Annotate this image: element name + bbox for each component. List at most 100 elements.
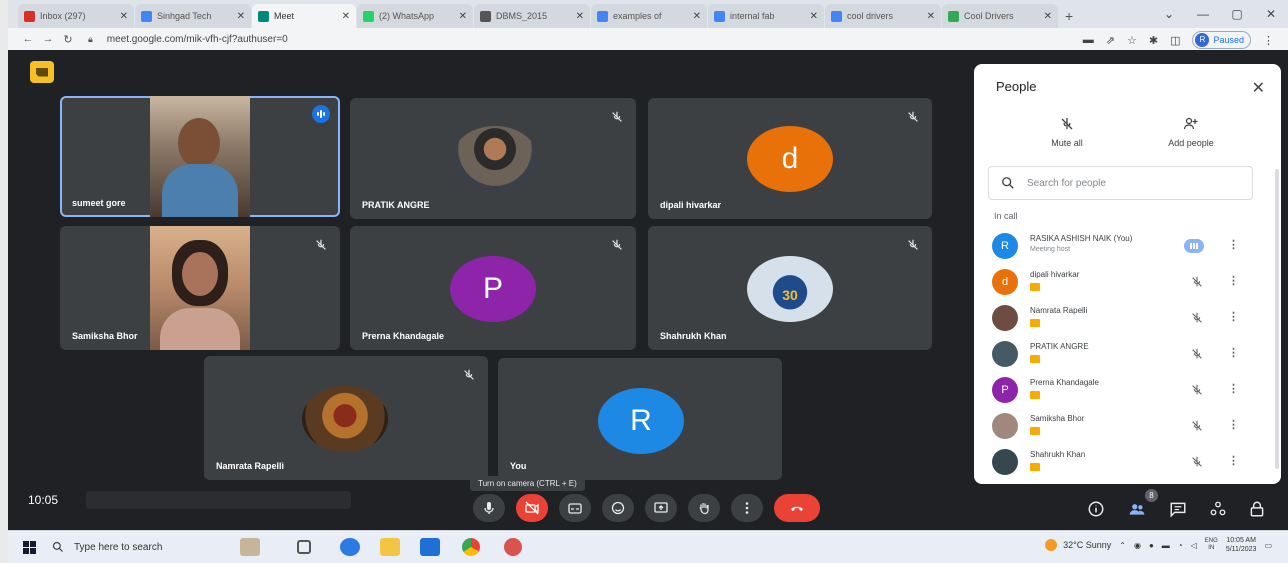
tab-close-icon[interactable]: ✕	[693, 11, 701, 22]
participant-row[interactable]: P Prerna Khandagale ⋮	[974, 373, 1281, 409]
battery-icon[interactable]: ▬	[1162, 541, 1170, 550]
weather-widget[interactable]: 32°C Sunny	[1045, 539, 1111, 551]
tab-close-icon[interactable]: ✕	[237, 11, 245, 22]
participant-tile[interactable]: sumeet gore	[60, 96, 340, 217]
mic-off-icon[interactable]	[1190, 311, 1204, 325]
people-button[interactable]	[1126, 498, 1148, 520]
tab-close-icon[interactable]: ✕	[342, 11, 350, 22]
app-icon[interactable]	[504, 538, 522, 556]
url-field[interactable]: meet.google.com/mik-vfh-cjf?authuser=0	[107, 34, 288, 45]
raise-hand-button[interactable]	[688, 494, 720, 522]
tab-close-icon[interactable]: ✕	[1044, 11, 1052, 22]
browser-tab[interactable]: examples of ✕	[591, 4, 707, 28]
browser-tab[interactable]: cool drivers ✕	[825, 4, 941, 28]
captions-button[interactable]	[559, 494, 591, 522]
mail-icon[interactable]	[420, 538, 440, 556]
participant-tile[interactable]: 30 Shahrukh Khan	[648, 226, 932, 350]
tab-close-icon[interactable]: ✕	[459, 11, 467, 22]
meet-info-badge-icon[interactable]	[30, 61, 54, 83]
participant-tile[interactable]: P Prerna Khandagale	[350, 226, 636, 350]
participant-row[interactable]: Samiksha Bhor ⋮	[974, 409, 1281, 445]
mic-off-icon[interactable]	[1190, 455, 1204, 469]
close-icon[interactable]: ✕	[1252, 78, 1265, 98]
host-controls-button[interactable]	[1246, 498, 1268, 520]
participant-row[interactable]: PRATIK ANGRE ⋮	[974, 337, 1281, 373]
participant-tile[interactable]: PRATIK ANGRE	[350, 98, 636, 219]
mic-off-icon[interactable]	[1190, 419, 1204, 433]
minimize-icon[interactable]: —	[1186, 0, 1220, 28]
leave-call-button[interactable]	[774, 494, 820, 522]
participant-tile[interactable]: Namrata Rapelli	[204, 356, 488, 480]
tab-search-icon[interactable]: ⌄	[1152, 0, 1186, 28]
side-panel-icon[interactable]: ◫	[1170, 34, 1180, 47]
participant-tile-self[interactable]: R You	[498, 358, 782, 480]
network-icon[interactable]: ◉	[1134, 541, 1141, 550]
edge-icon[interactable]	[340, 538, 360, 556]
meeting-details-button[interactable]	[1085, 498, 1107, 520]
more-vertical-icon[interactable]: ⋮	[1228, 274, 1239, 287]
taskbar-search[interactable]: Type here to search	[52, 534, 232, 560]
maximize-icon[interactable]: ▢	[1220, 0, 1254, 28]
task-view-icon[interactable]	[297, 540, 311, 554]
search-input[interactable]	[1027, 177, 1227, 189]
lock-icon[interactable]: 🔒︎	[88, 34, 93, 45]
people-search-box[interactable]	[988, 166, 1253, 200]
tab-close-icon[interactable]: ✕	[810, 11, 818, 22]
notification-icon[interactable]: ▭	[1264, 541, 1272, 550]
browser-tab[interactable]: internal fab ✕	[708, 4, 824, 28]
wifi-icon[interactable]: ◔	[1178, 541, 1183, 550]
add-people-button[interactable]: Add people	[1146, 116, 1236, 148]
language-indicator[interactable]: ENG IN	[1205, 538, 1218, 552]
camera-off-button[interactable]	[516, 494, 548, 522]
participant-row[interactable]: d dipali hivarkar ⋮	[974, 265, 1281, 301]
mic-off-icon[interactable]	[1190, 275, 1204, 289]
panel-scrollbar[interactable]	[1275, 169, 1279, 469]
more-vertical-icon[interactable]: ⋮	[1228, 310, 1239, 323]
tab-close-icon[interactable]: ✕	[120, 11, 128, 22]
participant-row[interactable]: Namrata Rapelli ⋮	[974, 301, 1281, 337]
bookmark-star-icon[interactable]: ☆	[1127, 34, 1137, 47]
participant-tile[interactable]: Samiksha Bhor	[60, 226, 340, 350]
mute-all-button[interactable]: Mute all	[1022, 116, 1112, 148]
new-tab-button[interactable]: +	[1065, 4, 1073, 28]
present-button[interactable]	[645, 494, 677, 522]
share-icon[interactable]: ⇗	[1106, 34, 1115, 47]
browser-tab[interactable]: Sinhgad Tech ✕	[135, 4, 251, 28]
chrome-icon[interactable]	[462, 538, 480, 556]
more-vertical-icon[interactable]: ⋮	[1228, 418, 1239, 431]
tab-close-icon[interactable]: ✕	[576, 11, 584, 22]
participant-tile[interactable]: d dipali hivarkar	[648, 98, 932, 219]
reload-icon[interactable]: ↻	[58, 33, 78, 46]
search-highlight-icon[interactable]	[240, 538, 260, 556]
tab-close-icon[interactable]: ✕	[927, 11, 935, 22]
browser-tab[interactable]: (2) WhatsApp ✕	[357, 4, 473, 28]
more-vertical-icon[interactable]: ⋮	[1228, 454, 1239, 467]
profile-button[interactable]: R Paused	[1192, 31, 1251, 49]
clock-date[interactable]: 10:05 AM 5/11/2023	[1226, 536, 1257, 554]
back-icon[interactable]: ←	[18, 33, 38, 45]
extensions-icon[interactable]: ✱	[1149, 34, 1158, 47]
mic-tray-icon[interactable]: ●	[1149, 541, 1154, 550]
file-explorer-icon[interactable]	[380, 538, 400, 556]
mic-button[interactable]	[473, 494, 505, 522]
more-vertical-icon[interactable]: ⋮	[1228, 346, 1239, 359]
mic-off-icon[interactable]	[1190, 383, 1204, 397]
chevron-up-icon[interactable]: ⌃	[1119, 541, 1126, 550]
windows-start-icon[interactable]	[23, 541, 36, 554]
more-vertical-icon[interactable]: ⋮	[1228, 238, 1239, 251]
participant-row[interactable]: R RASIKA ASHISH NAIK (You) Meeting host ⋮	[974, 229, 1281, 265]
camera-blocked-icon[interactable]: ▬	[1083, 34, 1094, 46]
more-vertical-icon[interactable]: ⋮	[1228, 382, 1239, 395]
forward-icon[interactable]: →	[38, 33, 58, 45]
activities-button[interactable]	[1207, 498, 1229, 520]
menu-icon[interactable]: ⋮	[1263, 34, 1274, 47]
volume-icon[interactable]: ◁	[1191, 541, 1197, 550]
browser-tab[interactable]: Meet ✕	[252, 4, 356, 28]
browser-tab[interactable]: Inbox (297) ✕	[18, 4, 134, 28]
browser-tab[interactable]: DBMS_2015 ✕	[474, 4, 590, 28]
emoji-button[interactable]	[602, 494, 634, 522]
close-window-icon[interactable]: ✕	[1254, 0, 1288, 28]
browser-tab[interactable]: Cool Drivers ✕	[942, 4, 1058, 28]
chat-button[interactable]	[1167, 498, 1189, 520]
participant-row[interactable]: Shahrukh Khan ⋮	[974, 445, 1281, 481]
